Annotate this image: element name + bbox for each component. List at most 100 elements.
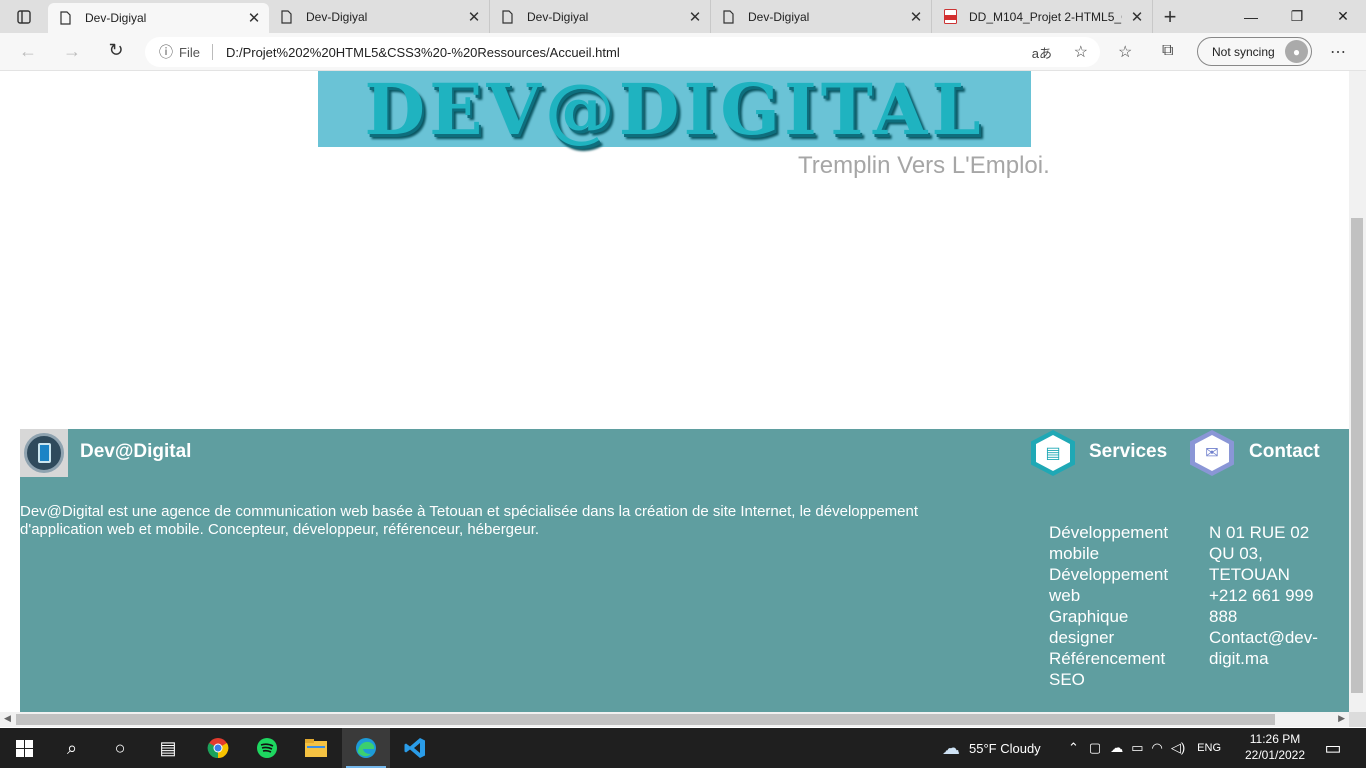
services-title: Services (1089, 441, 1168, 462)
horizontal-scrollbar[interactable]: ◀ ▶ (0, 712, 1349, 727)
scrollbar-thumb[interactable] (16, 714, 1275, 725)
minimize-button[interactable]: — (1228, 0, 1274, 33)
start-button[interactable] (0, 728, 48, 768)
scrollbar-thumb[interactable] (1351, 218, 1363, 693)
pdf-icon (944, 9, 958, 25)
folder-icon (305, 739, 327, 757)
meet-now-icon[interactable]: ▢ (1089, 740, 1101, 756)
close-icon[interactable]: ✕ (680, 8, 710, 26)
file-label: File (179, 44, 200, 60)
spotify-app[interactable] (243, 728, 291, 768)
volume-icon[interactable]: ◁) (1171, 740, 1185, 756)
refresh-button[interactable]: ↻ (94, 40, 138, 61)
list-item: N 01 RUE 02 (1209, 523, 1310, 542)
vscode-icon (404, 738, 425, 758)
chevron-up-icon[interactable]: ⌃ (1068, 740, 1079, 756)
task-view-icon: ▤ (159, 737, 177, 758)
language-indicator[interactable]: ENG (1197, 742, 1221, 754)
sync-label: Not syncing (1212, 44, 1275, 59)
vertical-scrollbar[interactable] (1349, 71, 1366, 712)
spotify-icon (257, 738, 277, 758)
divider (211, 44, 213, 60)
tab-5[interactable]: DD_M104_Projet 2-HTML5_C ✕ (932, 0, 1153, 33)
forward-button[interactable]: → (50, 41, 94, 62)
weather-widget[interactable]: ☁ 55°F Cloudy (942, 728, 1041, 768)
restore-button[interactable]: ❐ (1274, 0, 1320, 33)
collections-icon[interactable]: ⧉ (1162, 42, 1173, 60)
chrome-icon (207, 738, 229, 759)
tab-3[interactable]: Dev-Digiyal ✕ (490, 0, 711, 33)
file-explorer-app[interactable] (292, 728, 340, 768)
tab-1[interactable]: Dev-Digiyal ✕ (48, 3, 269, 33)
close-window-button[interactable]: ✕ (1320, 0, 1366, 33)
cortana-button[interactable]: ○ (96, 728, 144, 768)
list-item: web (1049, 586, 1081, 605)
scroll-left-icon[interactable]: ◀ (4, 713, 11, 724)
url-text[interactable]: D:/Projet%202%20HTML5&CSS3%20-%20Ressour… (226, 45, 620, 60)
close-icon[interactable]: ✕ (459, 8, 489, 26)
contact-title: Contact (1249, 441, 1320, 462)
footer: Dev@Digital Dev@Digital est une agence d… (20, 429, 1349, 712)
contact-list: N 01 RUE 02 QU 03, TETOUAN +212 661 999 … (1209, 522, 1318, 669)
tab-title: Dev-Digiyal (748, 9, 810, 24)
address-bar: ← → ↻ ⓘ File D:/Projet%202%20HTML5&CSS3%… (0, 33, 1366, 71)
tab-actions-button[interactable] (0, 0, 48, 33)
weather-text: 55°F Cloudy (969, 740, 1041, 756)
list-item: +212 661 999 (1209, 586, 1314, 605)
vscode-app[interactable] (391, 728, 439, 768)
favorites-icon[interactable]: ☆ (1118, 42, 1132, 62)
footer-brand: Dev@Digital (80, 441, 192, 462)
plus-icon: + (1163, 3, 1177, 29)
profile-sync-button[interactable]: Not syncing ● (1197, 37, 1312, 66)
system-tray: ⌃ ▢ ☁ ▭ ◠ ◁) ENG (1068, 728, 1221, 768)
list-item: digit.ma (1209, 649, 1269, 668)
page-icon (60, 10, 74, 26)
search-button[interactable]: ⌕ (48, 728, 96, 768)
notifications-button[interactable]: ▭ (1310, 728, 1356, 768)
page-icon (502, 9, 516, 25)
list-item: 888 (1209, 607, 1238, 626)
edge-icon (356, 738, 376, 758)
onedrive-icon[interactable]: ☁ (1110, 740, 1123, 756)
tab-title: DD_M104_Projet 2-HTML5_C (969, 9, 1122, 24)
cloud-icon: ☁ (942, 737, 960, 758)
page-icon (723, 9, 737, 25)
clock[interactable]: 11:26 PM 22/01/2022 (1244, 731, 1306, 763)
list-item: mobile (1049, 544, 1100, 563)
edge-app[interactable] (342, 728, 390, 768)
avatar: ● (1285, 40, 1308, 63)
url-field[interactable]: ⓘ File D:/Projet%202%20HTML5&CSS3%20-%20… (145, 37, 1100, 67)
tab-2[interactable]: Dev-Digiyal ✕ (269, 0, 490, 33)
list-item: Référencement (1049, 649, 1166, 668)
brand-logo (20, 429, 68, 477)
task-view-button[interactable]: ▤ (144, 728, 192, 768)
network-icon[interactable]: ◠ (1152, 740, 1163, 756)
tab-title: Dev-Digiyal (306, 9, 368, 24)
info-icon[interactable]: ⓘ (159, 42, 173, 62)
read-aloud-icon[interactable]: aあ (1032, 43, 1052, 62)
footer-description: Dev@Digital est une agence de communicat… (20, 503, 919, 538)
back-button[interactable]: ← (6, 41, 50, 62)
chrome-app[interactable] (194, 728, 242, 768)
tab-4[interactable]: Dev-Digiyal ✕ (711, 0, 932, 33)
logo-text: DEV@DIGITAL (364, 71, 985, 151)
list-item: TETOUAN (1209, 565, 1290, 584)
tagline: Tremplin Vers L'Emploi. (798, 152, 1050, 179)
battery-icon[interactable]: ▭ (1131, 740, 1143, 756)
close-icon[interactable]: ✕ (901, 8, 931, 26)
new-tab-button[interactable]: + (1153, 4, 1187, 30)
close-icon[interactable]: ✕ (239, 9, 269, 27)
page-icon (281, 9, 295, 25)
scrollbar-corner (1349, 712, 1366, 727)
more-icon[interactable]: ⋯ (1330, 42, 1346, 62)
cortana-icon: ○ (114, 737, 126, 758)
tab-title: Dev-Digiyal (527, 9, 589, 24)
close-icon[interactable]: ✕ (1122, 8, 1152, 26)
tab-bar: Dev-Digiyal ✕ Dev-Digiyal ✕ Dev-Digiyal … (0, 0, 1366, 33)
add-favorite-icon[interactable]: ☆ (1074, 42, 1088, 62)
site-logo: DEV@DIGITAL (318, 71, 1031, 151)
page-viewport: DEV@DIGITAL Tremplin Vers L'Emploi. Dev@… (0, 71, 1349, 712)
tab-title: Dev-Digiyal (85, 11, 147, 25)
scroll-right-icon[interactable]: ▶ (1338, 713, 1345, 724)
list-item: Développement (1049, 523, 1169, 542)
